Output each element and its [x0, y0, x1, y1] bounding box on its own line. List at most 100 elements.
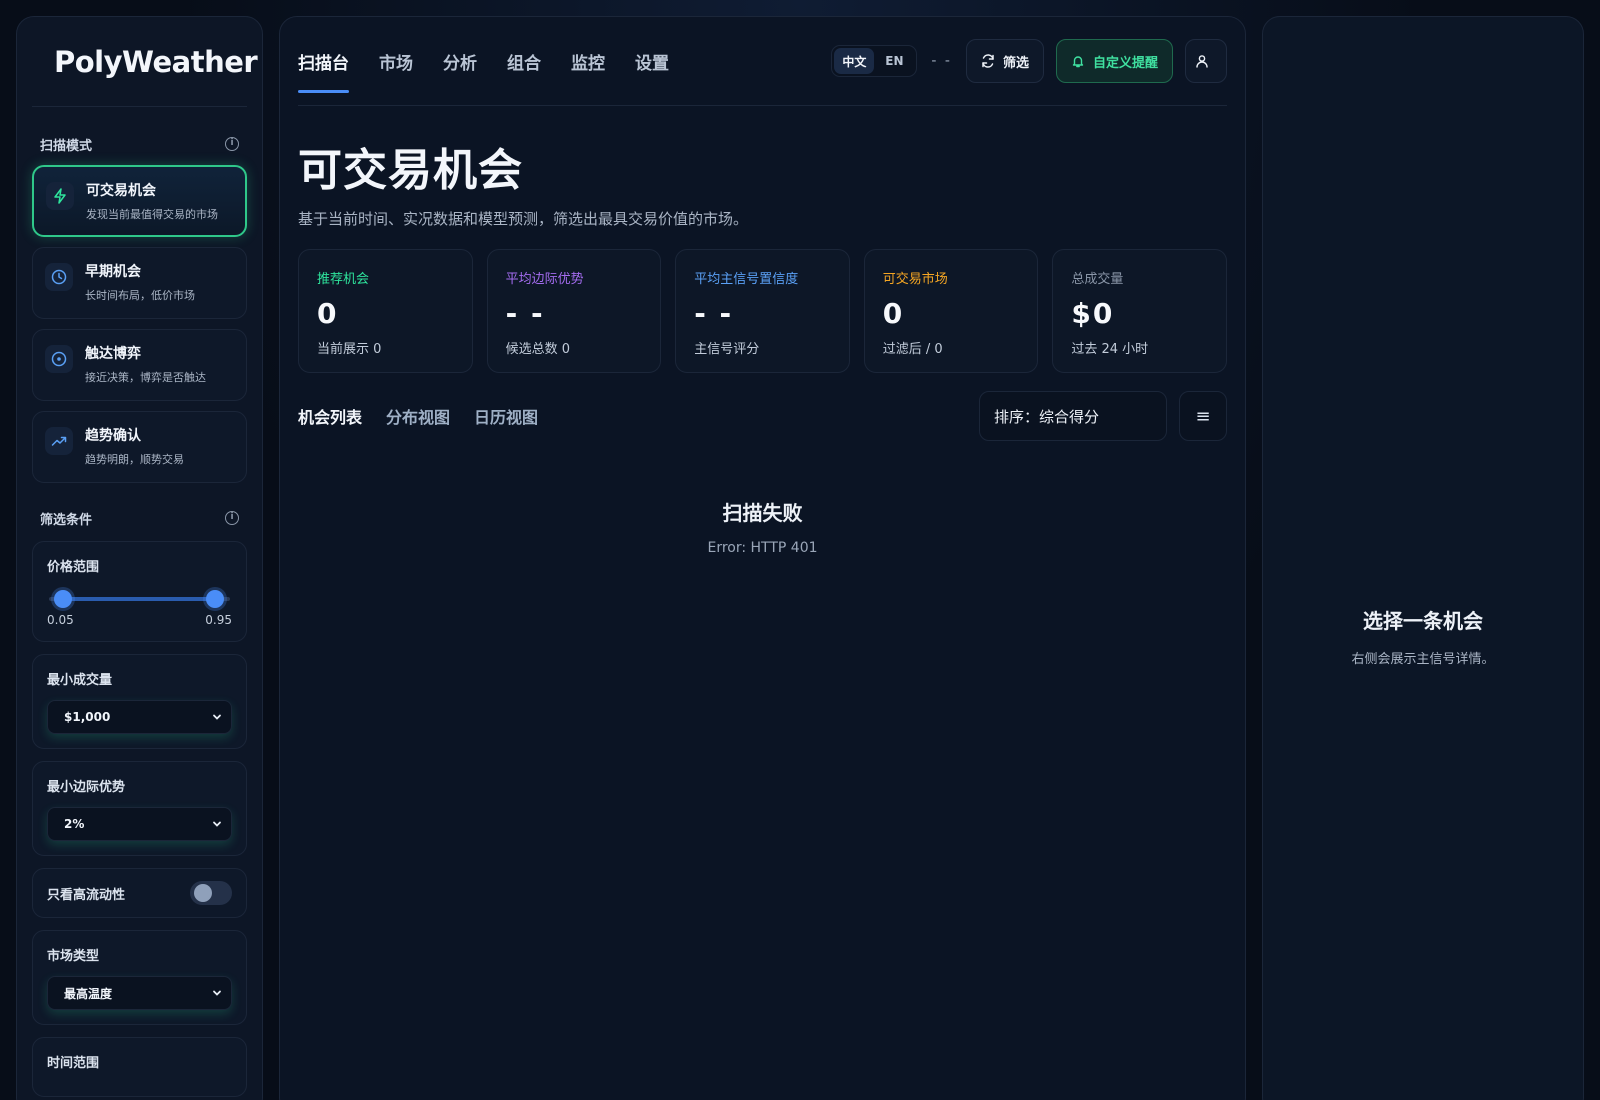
stat-card-avg-edge: 平均边际优势 - - 候选总数 0 — [486, 249, 662, 373]
chevron-down-icon — [213, 714, 221, 720]
list-menu-button[interactable]: ≡ — [1179, 391, 1227, 441]
price-min-value: 0.05 — [47, 613, 74, 627]
mode-desc: 长时间布局，低价市场 — [85, 289, 195, 302]
min-volume-select[interactable]: $1,000 — [47, 700, 232, 734]
slider-min-handle[interactable] — [54, 590, 73, 608]
detail-desc: 右侧会展示主信号详情。 — [1351, 652, 1495, 667]
tab-analysis[interactable]: 分析 — [443, 17, 477, 105]
sort-select[interactable]: 排序：综合得分 — [979, 391, 1167, 441]
app-root: PolyWeather 扫描模式 i 可交易机会 发现当前最值得交易的市场 早期… — [0, 0, 1600, 1100]
market-type-filter: 市场类型 最高温度 — [32, 930, 247, 1025]
clock-icon — [45, 263, 73, 291]
min-edge-value: 2% — [64, 817, 85, 831]
chevron-down-icon — [213, 821, 221, 827]
tab-opportunity-list[interactable]: 机会列表 — [298, 404, 362, 428]
scan-mode-label: 扫描模式 — [40, 138, 93, 154]
filter-button-label: 筛选 — [1002, 55, 1029, 71]
stat-value: 0 — [317, 297, 339, 330]
tab-distribution-view[interactable]: 分布视图 — [386, 404, 450, 428]
main-nav: 扫描台 市场 分析 组合 监控 设置 — [298, 17, 699, 105]
mode-desc: 趋势明朗，顺势交易 — [85, 453, 184, 466]
tab-monitor[interactable]: 监控 — [571, 17, 605, 105]
stat-card-total-volume: 总成交量 $0 过去 24 小时 — [1052, 249, 1227, 373]
slider-fill — [63, 597, 216, 601]
mode-title: 趋势确认 — [85, 428, 141, 444]
user-icon — [1196, 55, 1208, 68]
stats-row: 推荐机会 0 当前展示 0 平均边际优势 - - 候选总数 0 平均主信号置信度… — [298, 249, 1227, 373]
toggle-knob — [194, 884, 212, 902]
price-range-filter: 价格范围 0.05 0.95 — [32, 541, 247, 642]
lightning-icon — [46, 182, 74, 210]
main-panel: 扫描台 市场 分析 组合 监控 设置 中文 EN - - 筛选 自定义提醒 可交… — [279, 16, 1246, 1100]
mode-title: 触达博弈 — [85, 346, 141, 362]
tab-calendar-view[interactable]: 日历视图 — [474, 404, 538, 428]
mode-trend[interactable]: 趋势确认 趋势明朗，顺势交易 — [32, 411, 247, 483]
bell-icon — [1072, 56, 1084, 68]
lang-zh-button[interactable]: 中文 — [834, 48, 875, 74]
page-subtitle: 基于当前时间、实况数据和模型预测，筛选出最具交易价值的市场。 — [298, 210, 749, 228]
tab-settings[interactable]: 设置 — [635, 17, 669, 105]
page-title: 可交易机会 — [298, 145, 523, 196]
stat-value: - - — [694, 297, 734, 330]
time-range-label: 时间范围 — [47, 1056, 100, 1071]
high-liquidity-filter: 只看高流动性 — [32, 868, 247, 918]
detail-empty-state: 选择一条机会 右侧会展示主信号详情。 — [1263, 605, 1583, 667]
language-switch: 中文 EN — [831, 45, 918, 77]
target-icon — [45, 345, 73, 373]
stat-value: $0 — [1071, 297, 1115, 330]
info-icon[interactable]: i — [225, 137, 239, 151]
min-edge-select[interactable]: 2% — [47, 807, 232, 841]
min-volume-label: 最小成交量 — [47, 673, 113, 688]
mode-desc: 发现当前最值得交易的市场 — [86, 208, 218, 221]
high-liquidity-label: 只看高流动性 — [47, 887, 126, 903]
scan-mode-header: 扫描模式 i — [32, 133, 247, 155]
stat-sub: 候选总数 0 — [505, 342, 570, 357]
stat-label: 总成交量 — [1071, 272, 1124, 287]
tab-markets[interactable]: 市场 — [379, 17, 413, 105]
stat-value: 0 — [882, 297, 905, 330]
stat-sub: 当前展示 0 — [317, 342, 382, 357]
market-type-value: 最高温度 — [64, 986, 113, 1001]
price-max-value: 0.95 — [205, 613, 232, 627]
stat-label: 平均主信号置信度 — [694, 272, 799, 287]
stat-sub: 过去 24 小时 — [1071, 342, 1149, 357]
sidebar: PolyWeather 扫描模式 i 可交易机会 发现当前最值得交易的市场 早期… — [16, 16, 263, 1100]
market-type-select[interactable]: 最高温度 — [47, 976, 232, 1010]
custom-alert-label: 自定义提醒 — [1092, 55, 1158, 71]
tab-portfolio[interactable]: 组合 — [507, 17, 541, 105]
detail-title: 选择一条机会 — [1363, 609, 1483, 633]
tab-scanner[interactable]: 扫描台 — [298, 17, 349, 105]
lang-en-button[interactable]: EN — [874, 48, 914, 74]
mode-title: 可交易机会 — [86, 183, 156, 199]
slider-max-handle[interactable] — [206, 590, 225, 608]
top-actions: 中文 EN - - 筛选 自定义提醒 — [831, 39, 1227, 83]
scan-error-state: 扫描失败 Error: HTTP 401 — [298, 497, 1227, 556]
stat-value: - - — [505, 297, 545, 330]
mode-desc: 接近决策，博弈是否触达 — [85, 371, 206, 384]
min-edge-label: 最小边际优势 — [47, 780, 126, 795]
stat-card-recommended: 推荐机会 0 当前展示 0 — [298, 249, 473, 373]
filter-button[interactable]: 筛选 — [965, 39, 1044, 83]
user-button[interactable] — [1185, 39, 1227, 83]
custom-alert-button[interactable]: 自定义提醒 — [1055, 39, 1173, 83]
min-edge-filter: 最小边际优势 2% — [32, 761, 247, 856]
price-range-slider[interactable] — [49, 590, 230, 608]
stat-label: 可交易市场 — [882, 272, 948, 287]
price-range-values: 0.05 0.95 — [47, 613, 232, 627]
filters-header: 筛选条件 i — [32, 507, 247, 529]
status-indicator: - - — [931, 53, 952, 69]
brand-name: PolyWeather — [54, 44, 258, 79]
mode-early[interactable]: 早期机会 长时间布局，低价市场 — [32, 247, 247, 319]
min-volume-value: $1,000 — [64, 710, 111, 724]
mode-tradable[interactable]: 可交易机会 发现当前最值得交易的市场 — [32, 165, 247, 237]
refresh-icon — [982, 54, 994, 68]
stat-sub: 主信号评分 — [694, 342, 760, 357]
stat-label: 推荐机会 — [317, 272, 370, 287]
view-toolbar: 机会列表 分布视图 日历视图 排序：综合得分 ≡ — [298, 391, 1227, 441]
info-icon[interactable]: i — [225, 511, 239, 525]
trend-up-icon — [45, 427, 73, 455]
high-liquidity-toggle[interactable] — [190, 881, 232, 905]
mode-touch[interactable]: 触达博弈 接近决策，博弈是否触达 — [32, 329, 247, 401]
top-bar: 扫描台 市场 分析 组合 监控 设置 中文 EN - - 筛选 自定义提醒 — [298, 17, 1227, 106]
stat-sub: 过滤后 / 0 — [882, 342, 943, 357]
